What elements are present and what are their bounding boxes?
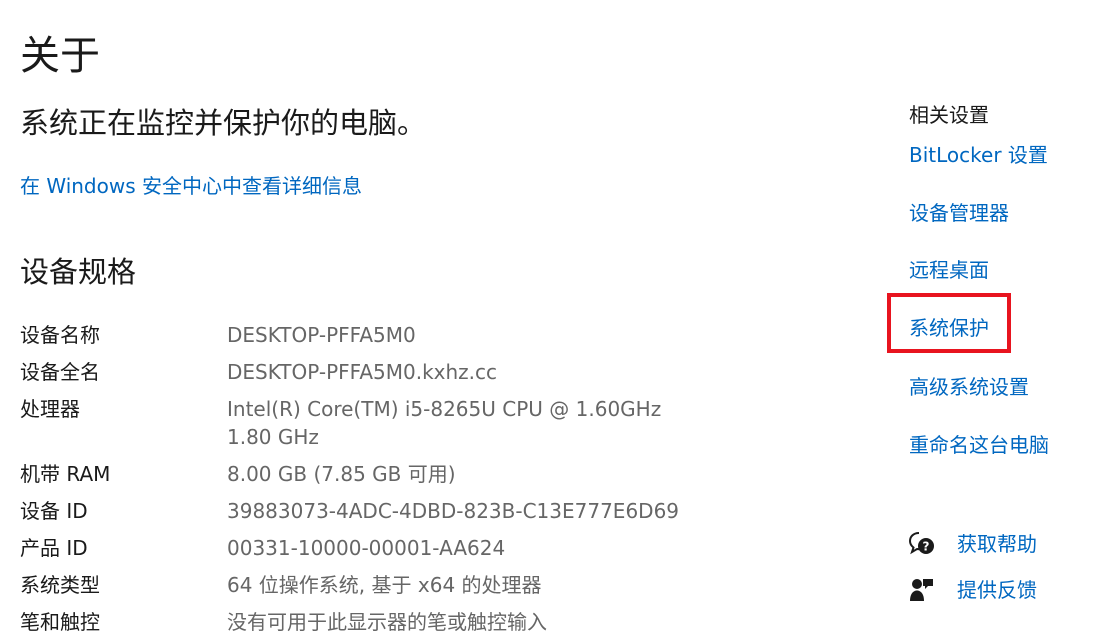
svg-text:?: ? <box>923 540 930 554</box>
spec-label-device-id: 设备 ID <box>20 499 88 523</box>
spec-value-pen-touch[interactable]: 没有可用于此显示器的笔或触控输入 <box>227 608 697 636</box>
security-center-link[interactable]: 在 Windows 安全中心中查看详细信息 <box>20 172 362 200</box>
spec-label-device-name: 设备名称 <box>20 323 100 347</box>
spec-label-processor: 处理器 <box>20 397 80 421</box>
get-help-link[interactable]: 获取帮助 <box>957 530 1037 558</box>
spec-label-pen-touch: 笔和触控 <box>20 610 100 634</box>
remote-desktop-link[interactable]: 远程桌面 <box>909 256 989 284</box>
highlight-annotation-box <box>887 293 1011 353</box>
spec-label-full-name: 设备全名 <box>20 360 100 384</box>
device-manager-link[interactable]: 设备管理器 <box>909 199 1009 227</box>
spec-value-device-id[interactable]: 39883073-4ADC-4DBD-823B-C13E777E6D69 <box>227 497 697 525</box>
spec-value-product-id[interactable]: 00331-10000-00001-AA624 <box>227 534 697 562</box>
chat-help-icon: ? <box>907 529 937 559</box>
bitlocker-settings-link[interactable]: BitLocker 设置 <box>909 141 1048 169</box>
spec-label-ram: 机带 RAM <box>20 462 111 486</box>
rename-pc-link[interactable]: 重命名这台电脑 <box>909 431 1049 459</box>
advanced-system-settings-link[interactable]: 高级系统设置 <box>909 373 1029 401</box>
related-settings-heading: 相关设置 <box>909 103 989 127</box>
spec-value-system-type[interactable]: 64 位操作系统, 基于 x64 的处理器 <box>227 571 697 599</box>
device-specs-heading: 设备规格 <box>20 255 137 289</box>
spec-label-product-id: 产品 ID <box>20 536 88 560</box>
spec-value-device-name[interactable]: DESKTOP-PFFA5M0 <box>227 321 697 349</box>
spec-label-system-type: 系统类型 <box>20 573 100 597</box>
protection-status-text: 系统正在监控并保护你的电脑。 <box>20 106 427 140</box>
give-feedback-link[interactable]: 提供反馈 <box>957 576 1037 604</box>
page-title: 关于 <box>20 33 100 79</box>
spec-value-full-name[interactable]: DESKTOP-PFFA5M0.kxhz.cc <box>227 358 697 386</box>
spec-value-processor[interactable]: Intel(R) Core(TM) i5-8265U CPU @ 1.60GHz… <box>227 395 697 451</box>
spec-value-ram[interactable]: 8.00 GB (7.85 GB 可用) <box>227 460 697 488</box>
feedback-person-icon <box>907 575 937 605</box>
